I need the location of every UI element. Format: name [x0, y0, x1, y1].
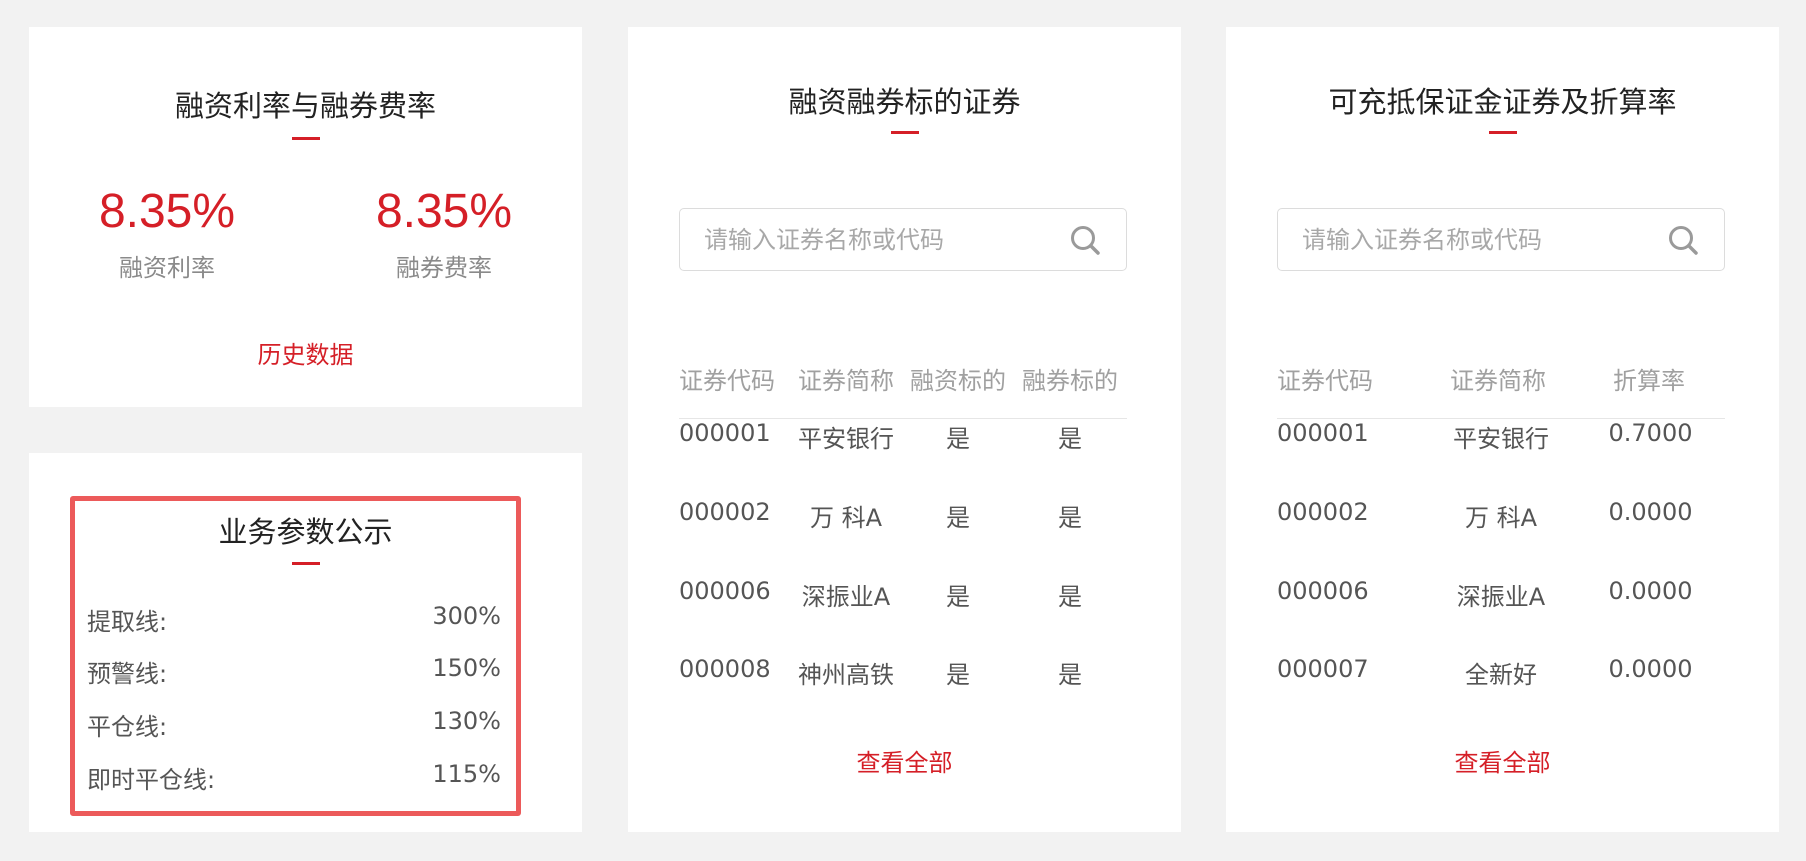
- cell-code: 000006: [679, 577, 771, 605]
- title-underline: [291, 562, 320, 565]
- cell-lending: 是: [1058, 583, 1082, 611]
- params-panel: 业务参数公示 提取线: 300% 预警线: 150% 平仓线: 130% 即时平…: [29, 453, 582, 832]
- cell-name: 万 科A: [1464, 504, 1538, 532]
- cell-financing: 是: [946, 583, 970, 611]
- param-value: 115%: [432, 760, 501, 788]
- cell-name: 深振业A: [801, 583, 891, 611]
- table-header: 证券代码 证券简称 折算率: [1277, 347, 1725, 419]
- table-row[interactable]: 000007 全新好 0.0000: [1277, 655, 1725, 695]
- cell-name: 神州高铁: [798, 661, 894, 689]
- table-row[interactable]: 000002 万 科A 是 是: [679, 498, 1127, 538]
- column-header: 证券简称: [798, 367, 894, 395]
- cell-code: 000006: [1277, 577, 1369, 605]
- margin-search-box: [679, 208, 1127, 271]
- params-title: 业务参数公示: [218, 515, 393, 549]
- margin-securities-title: 融资融券标的证券: [788, 85, 1021, 119]
- history-data-link[interactable]: 历史数据: [29, 335, 582, 370]
- cell-name: 深振业A: [1456, 583, 1546, 611]
- cell-name: 全新好: [1465, 661, 1537, 689]
- column-header: 融券标的: [1022, 367, 1118, 395]
- cell-name: 平安银行: [798, 425, 894, 453]
- collateral-search-box: [1277, 208, 1725, 271]
- table-row[interactable]: 000006 深振业A 0.0000: [1277, 577, 1725, 617]
- table-row[interactable]: 000001 平安银行 是 是: [679, 419, 1127, 459]
- financing-rate-value: 8.35%: [98, 185, 236, 238]
- cell-financing: 是: [946, 425, 970, 453]
- cell-code: 000002: [1277, 498, 1369, 526]
- table-header: 证券代码 证券简称 融资标的 融券标的: [679, 347, 1127, 419]
- cell-lending: 是: [1058, 661, 1082, 689]
- cell-lending: 是: [1058, 425, 1082, 453]
- param-row: 提取线: 300%: [87, 602, 501, 642]
- cell-name: 平安银行: [1453, 425, 1549, 453]
- column-header: 证券简称: [1450, 367, 1546, 395]
- title-underline: [890, 131, 919, 134]
- cell-ratio: 0.0000: [1608, 577, 1693, 605]
- margin-search-input[interactable]: [704, 209, 1054, 270]
- table-row[interactable]: 000001 平安银行 0.7000: [1277, 419, 1725, 459]
- column-header: 融资标的: [910, 367, 1006, 395]
- title-underline: [1488, 131, 1517, 134]
- view-all-link[interactable]: 查看全部: [1226, 743, 1779, 778]
- param-row: 即时平仓线: 115%: [87, 760, 501, 800]
- search-icon[interactable]: [1069, 224, 1103, 258]
- param-label: 即时平仓线:: [87, 766, 216, 794]
- param-row: 预警线: 150%: [87, 654, 501, 694]
- rates-title: 融资利率与融券费率: [174, 89, 436, 123]
- param-value: 150%: [432, 654, 501, 682]
- table-row[interactable]: 000006 深振业A 是 是: [679, 577, 1127, 617]
- lending-rate-label: 融券费率: [396, 254, 492, 282]
- rates-panel: 融资利率与融券费率 8.35% 融资利率 8.35% 融券费率 历史数据: [29, 27, 582, 407]
- param-label: 提取线:: [87, 608, 168, 636]
- cell-name: 万 科A: [809, 504, 883, 532]
- title-underline: [291, 137, 320, 140]
- param-value: 130%: [432, 707, 501, 735]
- search-icon[interactable]: [1667, 224, 1701, 258]
- collateral-search-input[interactable]: [1302, 209, 1652, 270]
- cell-ratio: 0.7000: [1608, 419, 1693, 447]
- cell-ratio: 0.0000: [1608, 655, 1693, 683]
- cell-financing: 是: [946, 661, 970, 689]
- collateral-panel: 可充抵保证金证券及折算率 证券代码 证券简称 折算率 000001 平安银行 0…: [1226, 27, 1779, 832]
- cell-financing: 是: [946, 504, 970, 532]
- cell-lending: 是: [1058, 504, 1082, 532]
- column-header: 证券代码: [1277, 367, 1373, 395]
- cell-code: 000001: [679, 419, 771, 447]
- column-header: 证券代码: [679, 367, 775, 395]
- param-row: 平仓线: 130%: [87, 707, 501, 747]
- param-label: 预警线:: [87, 660, 168, 688]
- table-row[interactable]: 000008 神州高铁 是 是: [679, 655, 1127, 695]
- cell-code: 000007: [1277, 655, 1369, 683]
- cell-code: 000002: [679, 498, 771, 526]
- view-all-link[interactable]: 查看全部: [628, 743, 1181, 778]
- collateral-title: 可充抵保证金证券及折算率: [1328, 85, 1677, 119]
- lending-rate-value: 8.35%: [375, 185, 513, 238]
- cell-code: 000001: [1277, 419, 1369, 447]
- column-header: 折算率: [1613, 367, 1685, 395]
- param-label: 平仓线:: [87, 713, 168, 741]
- param-value: 300%: [432, 602, 501, 630]
- financing-rate-label: 融资利率: [119, 254, 215, 282]
- cell-ratio: 0.0000: [1608, 498, 1693, 526]
- margin-securities-panel: 融资融券标的证券 证券代码 证券简称 融资标的 融券标的 000001 平安银行…: [628, 27, 1181, 832]
- table-row[interactable]: 000002 万 科A 0.0000: [1277, 498, 1725, 538]
- cell-code: 000008: [679, 655, 771, 683]
